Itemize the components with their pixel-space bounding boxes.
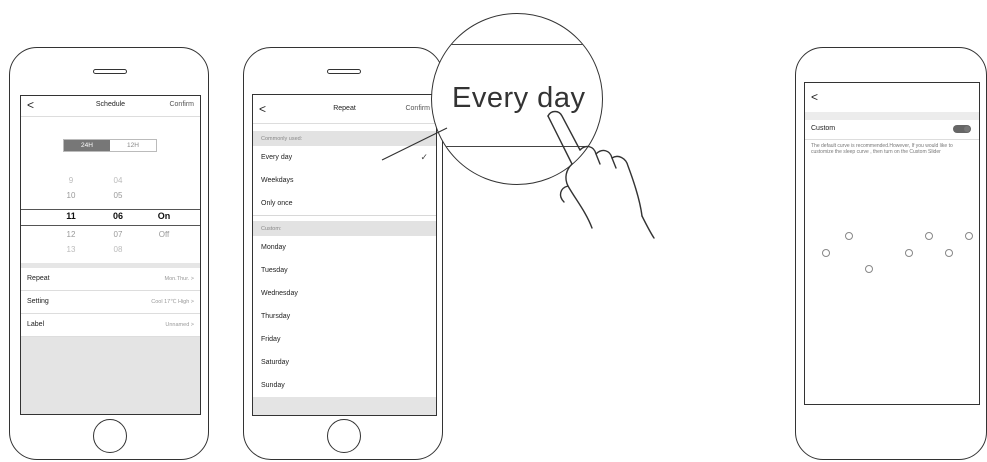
confirm-button[interactable]: Confirm [169,101,194,108]
day-label: Wednesday [261,290,298,297]
option-label: Every day [261,154,293,161]
hour-value: 11 [66,211,76,221]
divider-line [432,146,602,147]
state-value: On [157,211,171,221]
commonly-used-header: Commonly used: [253,131,436,146]
section-divider [805,112,979,120]
option-label: Weekdays [261,177,294,184]
label-label: Label [27,321,45,328]
tab-24h[interactable]: 24H [64,140,110,151]
hour-value: 12 [66,230,76,239]
state-value: Off [158,230,170,239]
minute-value: 08 [113,245,123,254]
day-saturday[interactable]: Saturday [253,351,436,375]
confirm-button[interactable]: Confirm [405,105,430,112]
picker-row[interactable]: 10 05 [21,191,200,204]
option-label: Only once [261,200,293,207]
minute-value: 04 [113,176,123,185]
day-label: Monday [261,244,286,251]
custom-header: Custom: [253,221,436,236]
setting-label: Setting [27,298,49,305]
day-sunday[interactable]: Sunday [253,374,436,398]
option-every-day[interactable]: Every day ✓ [253,146,436,170]
callout-text: Every day [452,82,586,114]
custom-toggle[interactable] [953,125,971,133]
picker-row[interactable]: 13 08 [21,245,200,258]
day-wednesday[interactable]: Wednesday [253,282,436,306]
day-label: Friday [261,336,281,343]
curve-point[interactable] [822,249,830,257]
minute-value: 07 [113,230,123,239]
curve-point[interactable] [945,249,953,257]
description-text: The default curve is recommended.However… [811,143,976,155]
curve-point[interactable] [925,232,933,240]
schedule-screen: < Schedule Confirm 24H 12H 9 04 10 05 11… [20,95,201,415]
phone-schedule: < Schedule Confirm 24H 12H 9 04 10 05 11… [9,47,209,460]
day-tuesday[interactable]: Tuesday [253,259,436,283]
check-icon: ✓ [420,152,428,162]
phone-repeat: < Repeat Confirm Commonly used: Every da… [243,47,443,460]
picker-row[interactable]: 9 04 [21,176,200,189]
day-friday[interactable]: Friday [253,328,436,352]
day-monday[interactable]: Monday [253,236,436,260]
hour-value: 9 [68,176,74,185]
picker-row[interactable]: 12 07 Off [21,230,200,243]
repeat-row[interactable]: Repeat Mon.Thur. > [21,268,200,291]
minute-value: 05 [113,191,123,200]
picker-row-selected[interactable]: 11 06 On [21,211,200,224]
custom-header: < [805,83,979,112]
custom-label: Custom [811,125,836,132]
custom-screen: < Custom The default curve is recommende… [804,82,980,405]
label-row[interactable]: Label Unnamed > [21,314,200,337]
curve-point[interactable] [845,232,853,240]
day-label: Tuesday [261,267,288,274]
day-label: Saturday [261,359,290,366]
hour-value: 13 [66,245,76,254]
section-label: Custom: [261,226,282,232]
home-button[interactable] [93,419,127,453]
repeat-value: Mon.Thur. > [164,276,194,282]
back-icon[interactable]: < [811,90,818,104]
repeat-label: Repeat [27,275,50,282]
setting-value: Cool 17℃ High > [151,299,194,305]
curve-point[interactable] [865,265,873,273]
section-label: Commonly used: [261,136,303,142]
empty-area [21,337,200,414]
day-label: Thursday [261,313,291,320]
option-only-once[interactable]: Only once [253,192,436,216]
repeat-header: < Repeat Confirm [253,95,436,124]
setting-row[interactable]: Setting Cool 17℃ High > [21,291,200,314]
phone-custom: < Custom The default curve is recommende… [795,47,987,460]
home-button[interactable] [327,419,361,453]
time-format-toggle: 24H 12H [63,139,157,152]
day-thursday[interactable]: Thursday [253,305,436,329]
day-label: Sunday [261,382,285,389]
curve-point[interactable] [965,232,973,240]
phone-speaker [327,69,361,74]
empty-area [253,397,436,415]
phone-speaker [93,69,127,74]
minute-value: 06 [112,211,123,221]
custom-toggle-row[interactable]: Custom [805,120,979,140]
curve-point[interactable] [905,249,913,257]
label-value: Unnamed > [165,322,194,328]
repeat-screen: < Repeat Confirm Commonly used: Every da… [252,94,437,416]
schedule-header: < Schedule Confirm [21,96,200,117]
magnifier-callout: Every day [431,13,603,185]
hour-value: 10 [66,191,76,200]
divider-line [432,44,602,45]
option-weekdays[interactable]: Weekdays [253,169,436,193]
tab-12h[interactable]: 12H [110,140,156,151]
